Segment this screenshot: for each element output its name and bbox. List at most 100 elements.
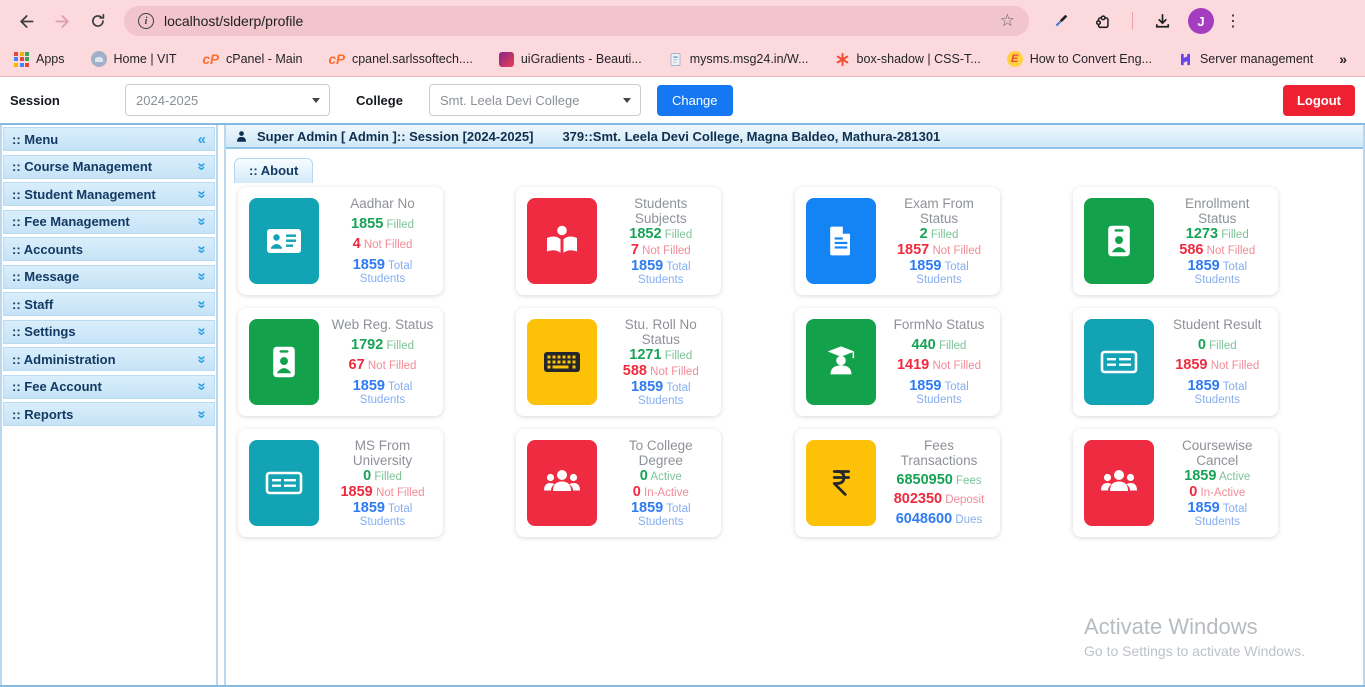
session-select-wrap: 2024-2025 [125, 84, 330, 116]
stat-value: 1859 [631, 258, 663, 274]
bookmark-apps[interactable]: Apps [14, 52, 65, 67]
stat-card-enrollment-status[interactable]: Enrollment Status 1273 Filled 586 Not Fi… [1073, 187, 1278, 295]
stat-label: Not Filled [650, 366, 699, 378]
stat-value: 1859 [909, 378, 941, 394]
bookmarks-overflow-button[interactable]: » [1339, 51, 1347, 67]
stat-card-student-result[interactable]: Student Result 0 Filled 1859 Not Filled … [1073, 308, 1278, 416]
sidebar-item-accounts[interactable]: :: Accounts» [3, 237, 215, 261]
stat-card-fees-transactions[interactable]: Fees Transactions 6850950 Fees 802350 De… [795, 429, 1000, 537]
browser-menu-button[interactable]: ⋮ [1224, 11, 1242, 31]
stat-label: Not Filled [376, 487, 425, 499]
stat-total: 1859 Total Students [330, 257, 435, 285]
chevron-down-double-icon: » [193, 217, 210, 225]
stat-value: 1859 [353, 378, 385, 394]
reload-button[interactable] [82, 5, 114, 37]
stat-value: 1859 [353, 257, 385, 273]
stat-label: Filled [1209, 340, 1236, 352]
stat-value: 0 [1198, 337, 1206, 353]
color-picker-button[interactable] [1045, 5, 1077, 37]
logout-button[interactable]: Logout [1283, 85, 1355, 116]
card-body: Fees Transactions 6850950 Fees 802350 De… [887, 429, 1000, 537]
extensions-button[interactable] [1087, 5, 1119, 37]
sidebar-item-administration[interactable]: :: Administration» [3, 347, 215, 371]
sidebar-item-reports[interactable]: :: Reports» [3, 402, 215, 426]
college-select[interactable]: Smt. Leela Devi College [429, 84, 641, 116]
stat-card-web-reg-status[interactable]: Web Reg. Status 1792 Filled 67 Not Fille… [238, 308, 443, 416]
change-button[interactable]: Change [657, 85, 733, 116]
bookmark-how-to-convert[interactable]: E How to Convert Eng... [1007, 51, 1152, 67]
stat-not-filled: 67 Not Filled [330, 357, 435, 373]
bookmark-star-icon[interactable]: ☆ [1000, 11, 1015, 31]
stat-not-filled: 4 Not Filled [330, 236, 435, 252]
stat-value: 1859 [340, 484, 372, 500]
forward-arrow-icon [53, 12, 72, 31]
sidebar-item-student-management[interactable]: :: Student Management» [3, 182, 215, 206]
stat-value: 1859 [631, 379, 663, 395]
tab-about[interactable]: :: About [234, 158, 313, 183]
stat-total: 1859 Total Students [608, 379, 713, 407]
card-title: Fees Transactions [887, 438, 992, 468]
stat-card-students-subjects[interactable]: Students Subjects 1852 Filled 7 Not Fill… [516, 187, 721, 295]
stat-label: Not Filled [364, 239, 413, 251]
document-favicon [668, 52, 683, 67]
bookmark-cpanel-main[interactable]: cP cPanel - Main [202, 52, 302, 67]
stat-filled: 0 Filled [1165, 337, 1270, 353]
college-select-wrap: Smt. Leela Devi College [429, 84, 641, 116]
bookmark-uigradients[interactable]: uiGradients - Beauti... [499, 52, 642, 67]
card-body: Web Reg. Status 1792 Filled 67 Not Fille… [330, 308, 443, 416]
stat-value: 802350 [894, 491, 942, 507]
stat-card-coursewise-cancel[interactable]: Coursewise Cancel 1859 Active 0 In-Activ… [1073, 429, 1278, 537]
stat-filled: 1855 Filled [330, 216, 435, 232]
stat-total: 1859 Total Students [1165, 258, 1270, 286]
stat-value: 1852 [629, 226, 661, 242]
stat-card-aadhar-no[interactable]: Aadhar No 1855 Filled 4 Not Filled 1859 … [238, 187, 443, 295]
stat-filled: 1271 Filled [608, 347, 713, 363]
sidebar-item-label: :: Reports [12, 407, 73, 422]
stat-total: 1859 Total Students [330, 378, 435, 406]
bookmark-server-management[interactable]: Server management [1178, 52, 1313, 67]
stat-card-formno-status[interactable]: FormNo Status 440 Filled 1419 Not Filled… [795, 308, 1000, 416]
profile-avatar[interactable]: J [1188, 8, 1214, 34]
bookmark-label: cpanel.sarlssoftech.... [352, 52, 473, 66]
stat-label: Filled [386, 219, 413, 231]
sidebar-item-label: :: Accounts [12, 242, 83, 257]
stat-label: Not Filled [1207, 245, 1256, 257]
stat-card-exam-from-status[interactable]: Exam From Status 2 Filled 1857 Not Fille… [795, 187, 1000, 295]
downloads-button[interactable] [1146, 5, 1178, 37]
bookmark-label: Server management [1200, 52, 1313, 66]
sidebar-item-menu[interactable]: :: Menu« [3, 127, 215, 151]
stat-total: 1859 Total Students [887, 258, 992, 286]
watermark-subtitle: Go to Settings to activate Windows. [1084, 643, 1305, 659]
bookmark-mysms[interactable]: mysms.msg24.in/W... [668, 52, 809, 67]
sidebar-item-label: :: Fee Management [12, 214, 130, 229]
chevron-down-double-icon: » [193, 355, 210, 363]
sidebar-item-fee-management[interactable]: :: Fee Management » [3, 210, 215, 234]
stat-card-ms-from-university[interactable]: MS From University 0 Filled 1859 Not Fil… [238, 429, 443, 537]
address-bar[interactable]: i localhost/slderp/profile ☆ [124, 6, 1029, 36]
bookmark-home-vit[interactable]: Home | VIT [91, 51, 177, 67]
session-label: Session [10, 93, 125, 108]
tab-row: :: About [226, 149, 1363, 183]
stat-total: 1859 Total Students [608, 258, 713, 286]
sidebar-item-message[interactable]: :: Message» [3, 265, 215, 289]
stat-card-stu-roll-no-status[interactable]: Stu. Roll No Status 1271 Filled 588 Not … [516, 308, 721, 416]
stat-card-to-college-degree[interactable]: To College Degree 0 Active 0 In-Active 1… [516, 429, 721, 537]
session-select[interactable]: 2024-2025 [125, 84, 330, 116]
bookmark-label: uiGradients - Beauti... [521, 52, 642, 66]
bookmark-box-shadow[interactable]: box-shadow | CSS-T... [835, 52, 981, 67]
bookmark-cpanel-sarlssoftech[interactable]: cP cpanel.sarlssoftech.... [328, 52, 472, 67]
sidebar-item-course-management[interactable]: :: Course Management» [3, 155, 215, 179]
stat-not-filled: 586 Not Filled [1165, 242, 1270, 258]
sidebar-item-fee-account[interactable]: :: Fee Account» [3, 375, 215, 399]
stat-fees: 6850950 Fees [887, 472, 992, 488]
sidebar-item-staff[interactable]: :: Staff» [3, 292, 215, 316]
download-icon [1153, 12, 1172, 31]
forward-button[interactable] [46, 5, 78, 37]
stat-value: 1859 [909, 258, 941, 274]
collapse-sidebar-icon[interactable]: « [198, 131, 206, 148]
stat-label: Active [1219, 471, 1250, 483]
page-info-icon[interactable]: i [138, 13, 154, 29]
keyboard-icon [527, 319, 597, 405]
sidebar-item-settings[interactable]: :: Settings» [3, 320, 215, 344]
back-button[interactable] [10, 5, 42, 37]
